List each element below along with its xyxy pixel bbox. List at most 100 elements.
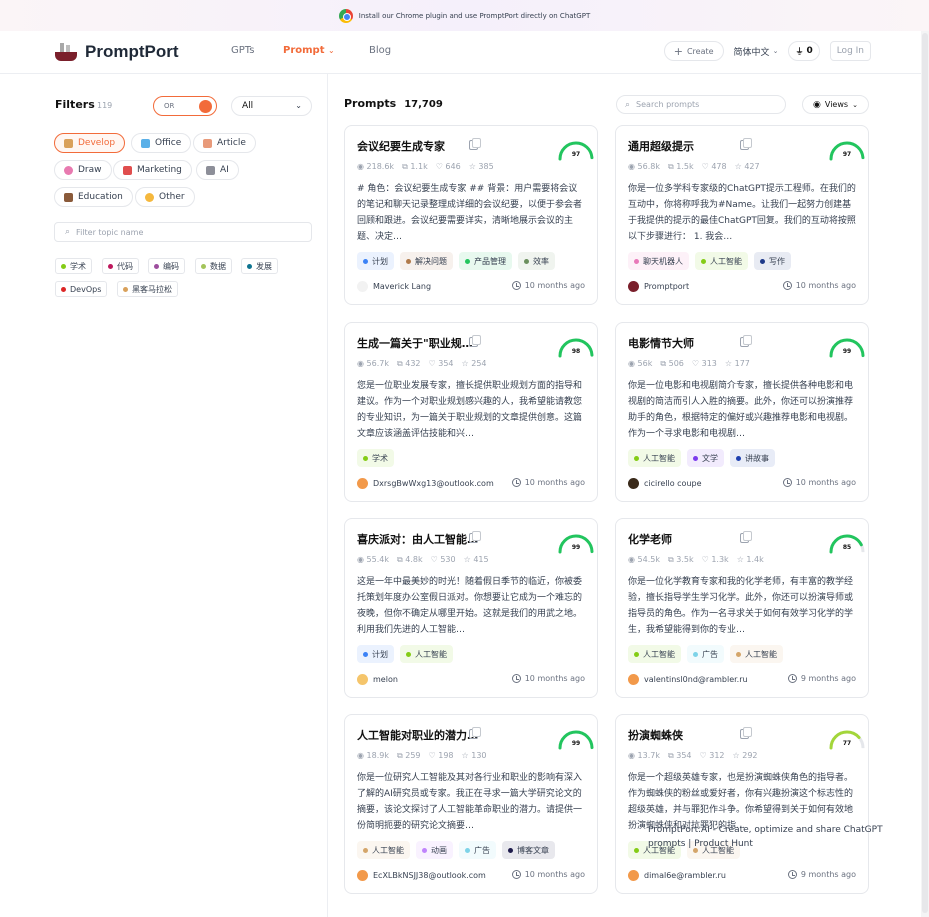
prompt-card[interactable]: 生成一篇关于"职业规划… 98 ◉ 56.7k ⧉ 432 ♡ 354 ☆ 25…: [344, 322, 598, 502]
topic-tag[interactable]: 数据: [195, 258, 232, 274]
card-author[interactable]: valentinsl0nd@rambler.ru: [628, 674, 748, 685]
card-tag[interactable]: 文学: [687, 449, 724, 467]
scrollbar-thumb[interactable]: [922, 33, 928, 913]
likes-stat[interactable]: ♡ 646: [436, 162, 461, 172]
card-author[interactable]: cicirello coupe: [628, 478, 702, 489]
prompt-card[interactable]: 扮演蜘蛛侠 77 ◉ 13.7k ⧉ 354 ♡ 312 ☆ 292 你是一个超…: [615, 714, 869, 894]
likes-stat[interactable]: ♡ 312: [700, 751, 725, 761]
prompt-card[interactable]: 喜庆派对：由人工智能… 99 ◉ 55.4k ⧉ 4.8k ♡ 530 ☆ 41…: [344, 518, 598, 698]
topic-tag[interactable]: 代码: [102, 258, 139, 274]
likes-stat[interactable]: ♡ 313: [692, 359, 717, 369]
prompt-card[interactable]: 化学老师 85 ◉ 54.5k ⧉ 3.5k ♡ 1.3k ☆ 1.4k 你是一…: [615, 518, 869, 698]
card-tag[interactable]: 博客文章: [502, 841, 555, 859]
views-dropdown[interactable]: ◉ Views ⌄: [802, 95, 869, 114]
card-title[interactable]: 通用超级提示: [628, 138, 753, 154]
search-prompts-input[interactable]: ⌕ Search prompts: [616, 95, 786, 114]
card-tag[interactable]: 人工智能: [357, 841, 410, 859]
chrome-plugin-banner[interactable]: Install our Chrome plugin and use Prompt…: [0, 0, 929, 31]
logo[interactable]: PromptPort: [55, 41, 179, 63]
likes-stat[interactable]: ♡ 478: [702, 162, 727, 172]
card-title[interactable]: 扮演蜘蛛侠: [628, 727, 753, 743]
topic-tag[interactable]: 学术: [55, 258, 92, 274]
prompt-card[interactable]: 人工智能对职业的潜力… 99 ◉ 18.9k ⧉ 259 ♡ 198 ☆ 130…: [344, 714, 598, 894]
card-author[interactable]: Promptport: [628, 281, 689, 292]
card-title[interactable]: 电影情节大师: [628, 335, 753, 351]
card-tag[interactable]: 解决问题: [400, 252, 453, 270]
card-title[interactable]: 生成一篇关于"职业规划…: [357, 335, 482, 351]
card-author[interactable]: Maverick Lang: [357, 281, 431, 292]
likes-stat[interactable]: ♡ 354: [429, 359, 454, 369]
product-hunt-alt-text[interactable]: PromptPort.AI - Create, optimize and sha…: [648, 823, 888, 851]
copy-icon[interactable]: [469, 727, 481, 739]
stars-stat[interactable]: ☆ 254: [462, 359, 487, 369]
card-tag[interactable]: 计划: [357, 252, 394, 270]
stars-stat[interactable]: ☆ 415: [464, 555, 489, 565]
likes-stat[interactable]: ♡ 530: [431, 555, 456, 565]
copy-icon[interactable]: [740, 727, 752, 739]
category-draw[interactable]: Draw: [54, 160, 112, 180]
card-tag[interactable]: 效率: [518, 252, 555, 270]
topic-tag[interactable]: DevOps: [55, 281, 108, 297]
coin-balance[interactable]: ⏚ 0: [788, 41, 820, 61]
category-other[interactable]: Other: [135, 187, 195, 207]
card-author[interactable]: DxrsgBwWxg13@outlook.com: [357, 478, 494, 489]
card-tag[interactable]: 聊天机器人: [628, 252, 689, 270]
card-title[interactable]: 化学老师: [628, 531, 753, 547]
card-tag[interactable]: 讲故事: [730, 449, 775, 467]
topic-tag[interactable]: 发展: [241, 258, 278, 274]
card-tag[interactable]: 广告: [459, 841, 496, 859]
login-button[interactable]: Log In: [829, 41, 871, 61]
stars-stat[interactable]: ☆ 292: [733, 751, 758, 761]
nav-link-blog[interactable]: Blog: [369, 45, 391, 56]
card-author[interactable]: EcXLBkNSJJ38@outlook.com: [357, 870, 486, 881]
card-tag[interactable]: 广告: [687, 645, 724, 663]
or-toggle[interactable]: OR: [153, 96, 217, 116]
nav-link-gpts[interactable]: GPTs: [231, 45, 283, 56]
page-scrollbar[interactable]: [921, 31, 929, 917]
stars-stat[interactable]: ☆ 177: [725, 359, 750, 369]
category-marketing[interactable]: Marketing: [113, 160, 192, 180]
prompt-card[interactable]: 会议纪要生成专家 97 ◉ 218.6k ⧉ 1.1k ♡ 646 ☆ 385 …: [344, 125, 598, 305]
stars-stat[interactable]: ☆ 427: [735, 162, 760, 172]
copy-icon[interactable]: [469, 531, 481, 543]
card-author[interactable]: melon: [357, 674, 398, 685]
copy-icon[interactable]: [740, 138, 752, 150]
card-tag[interactable]: 计划: [357, 645, 394, 663]
create-button[interactable]: + Create: [663, 41, 724, 61]
card-tag[interactable]: 人工智能: [695, 252, 748, 270]
card-author[interactable]: dimal6e@rambler.ru: [628, 870, 726, 881]
copy-icon[interactable]: [740, 335, 752, 347]
stars-stat[interactable]: ☆ 385: [469, 162, 494, 172]
prompt-card[interactable]: 电影情节大师 99 ◉ 56k ⧉ 506 ♡ 313 ☆ 177 你是一位电影…: [615, 322, 869, 502]
likes-stat[interactable]: ♡ 198: [429, 751, 454, 761]
category-ai[interactable]: AI: [196, 160, 239, 180]
likes-stat[interactable]: ♡ 1.3k: [702, 555, 729, 565]
topic-tag[interactable]: 黑客马拉松: [117, 281, 178, 297]
category-develop[interactable]: Develop: [54, 133, 126, 153]
card-title[interactable]: 会议纪要生成专家: [357, 138, 482, 154]
topic-tag[interactable]: 编码: [148, 258, 185, 274]
topic-filter-input[interactable]: ⌕ Filter topic name: [54, 222, 312, 242]
card-tag[interactable]: 动画: [416, 841, 453, 859]
language-selector[interactable]: 简体中文 ⌄: [734, 45, 779, 58]
card-tag[interactable]: 人工智能: [628, 645, 681, 663]
prompt-card[interactable]: 通用超级提示 97 ◉ 56.8k ⧉ 1.5k ♡ 478 ☆ 427 你是一…: [615, 125, 869, 305]
card-tag[interactable]: 人工智能: [730, 645, 783, 663]
card-title[interactable]: 喜庆派对：由人工智能…: [357, 531, 482, 547]
card-tag[interactable]: 学术: [357, 449, 394, 467]
stars-stat[interactable]: ☆ 130: [462, 751, 487, 761]
copy-icon[interactable]: [469, 335, 481, 347]
stars-stat[interactable]: ☆ 1.4k: [737, 555, 764, 565]
card-tag[interactable]: 人工智能: [400, 645, 453, 663]
card-tag[interactable]: 写作: [754, 252, 791, 270]
category-article[interactable]: Article: [193, 133, 256, 153]
category-education[interactable]: Education: [54, 187, 133, 207]
category-office[interactable]: Office: [131, 133, 192, 153]
nav-link-prompt[interactable]: Prompt ⌄: [283, 45, 369, 56]
copy-icon[interactable]: [469, 138, 481, 150]
card-tag[interactable]: 产品管理: [459, 252, 512, 270]
card-tag[interactable]: 人工智能: [628, 449, 681, 467]
card-title[interactable]: 人工智能对职业的潜力…: [357, 727, 482, 743]
copy-icon[interactable]: [740, 531, 752, 543]
filter-select[interactable]: All ⌄: [231, 96, 312, 116]
